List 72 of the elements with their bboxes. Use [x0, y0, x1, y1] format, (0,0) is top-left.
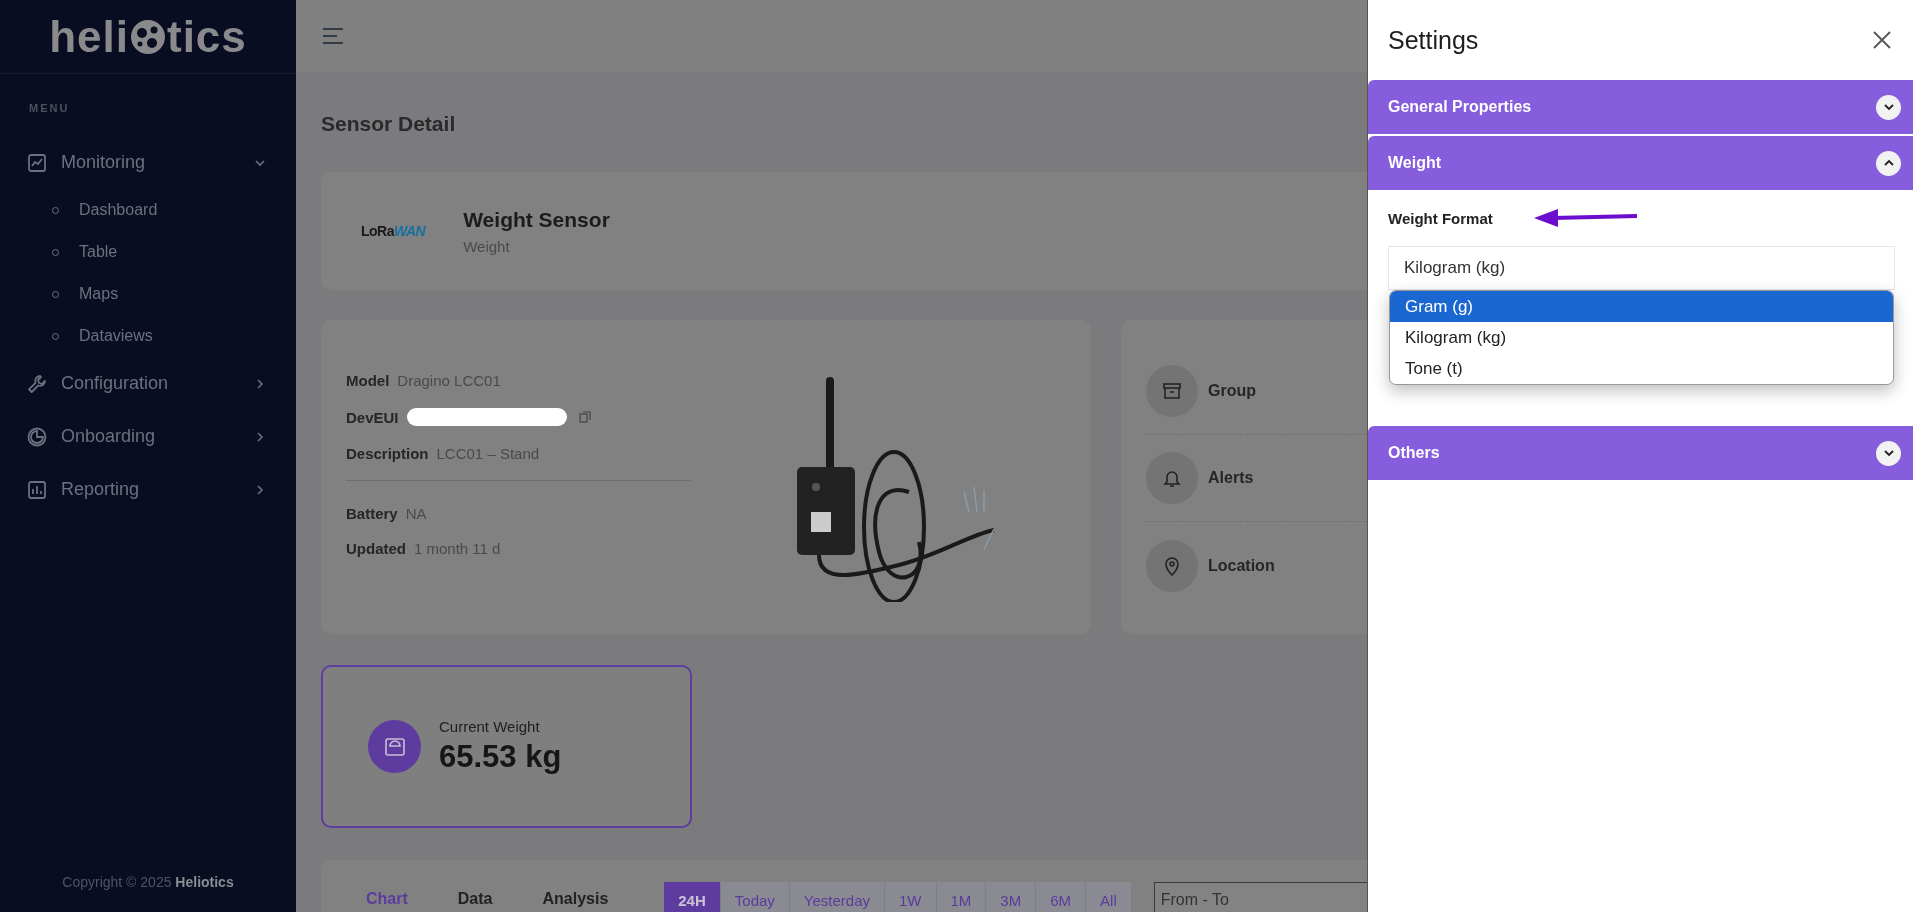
detail-label: Description — [346, 445, 429, 462]
nav-label: Dataviews — [79, 327, 153, 345]
nav-subitem[interactable]: Maps — [0, 273, 296, 315]
tab[interactable]: Analysis — [542, 882, 609, 912]
sensor-name: Weight Sensor — [463, 207, 610, 232]
chart-icon — [27, 152, 47, 173]
action-label: Group — [1208, 382, 1256, 400]
menu-icon — [322, 27, 344, 45]
nav-item[interactable]: Reporting — [0, 463, 296, 516]
panel-title: Settings — [1388, 25, 1479, 55]
nav-label: Onboarding — [61, 426, 157, 447]
logo-text: heli — [49, 11, 129, 62]
wrench-icon — [27, 373, 47, 394]
action-item[interactable]: Alerts — [1146, 435, 1367, 522]
archive-box-icon — [1161, 380, 1183, 402]
range-button[interactable]: 24H — [664, 882, 721, 912]
range-button[interactable]: 1W — [885, 882, 937, 912]
accordion-header[interactable]: General Properties — [1368, 80, 1913, 134]
detail-value: 1 month 11 d — [414, 540, 501, 557]
dropdown-option[interactable]: Kilogram (kg) — [1390, 322, 1893, 353]
range-button[interactable]: All — [1086, 882, 1132, 912]
tab[interactable]: Data — [457, 882, 493, 912]
copyright-text: Copyright © 2025 Heliotics — [61, 874, 235, 892]
date-range-field[interactable]: From - To — [1153, 882, 1367, 912]
nav-item[interactable]: Onboarding — [0, 410, 296, 463]
page-title: Sensor Detail — [321, 112, 457, 136]
logo-text: tics — [167, 11, 247, 62]
gauge-icon — [27, 426, 47, 447]
nav-label: Dashboard — [79, 201, 158, 219]
nav-label: Maps — [79, 285, 119, 303]
nav-subitem[interactable]: Table — [0, 231, 296, 273]
range-button[interactable]: 3M — [986, 882, 1037, 912]
bar-chart-icon — [27, 479, 47, 500]
nav-label: Table — [79, 243, 118, 261]
range-button[interactable]: Today — [720, 882, 790, 912]
close-icon — [1873, 31, 1891, 49]
weight-label: Current Weight — [439, 718, 541, 735]
accordion-header[interactable]: Others — [1368, 426, 1913, 480]
nav-item[interactable]: Monitoring — [0, 136, 296, 189]
range-button[interactable]: Yesterday — [789, 882, 885, 912]
weight-value: 65.53 kg — [439, 739, 562, 775]
field-label: Weight Format — [1388, 209, 1493, 227]
detail-label: DevEUI — [346, 408, 399, 426]
copy-icon — [578, 411, 591, 423]
detail-label: Battery — [346, 505, 398, 522]
range-button[interactable]: 1M — [936, 882, 987, 912]
action-item[interactable]: Group — [1146, 348, 1367, 435]
scale-icon — [383, 735, 406, 758]
action-label: Location — [1208, 556, 1275, 575]
tab[interactable]: Chart — [366, 882, 408, 912]
nav-label: Configuration — [61, 373, 170, 394]
globe-icon — [130, 18, 166, 55]
dropdown-option[interactable]: Tone (t) — [1390, 353, 1893, 384]
nav-subitem[interactable]: Dataviews — [0, 315, 296, 357]
detail-value: NA — [405, 505, 427, 522]
range-button[interactable]: 6M — [1036, 882, 1087, 912]
sensor-type: Weight — [463, 237, 511, 255]
detail-value: LCC01 – Stand — [436, 445, 540, 462]
select-field[interactable]: Kilogram (kg) — [1388, 246, 1895, 290]
detail-label: Updated — [346, 540, 406, 557]
detail-label: Model — [346, 372, 390, 389]
nav-label: Monitoring — [61, 152, 147, 173]
accordion-header[interactable]: Weight — [1368, 136, 1913, 190]
nav-subitem[interactable]: Dashboard — [0, 189, 296, 231]
action-label: Alerts — [1208, 469, 1254, 487]
lorawan-logo: LoRaWAN — [361, 223, 426, 239]
action-item[interactable]: Location — [1146, 522, 1367, 609]
detail-value: Dragino LCC01 — [397, 372, 501, 389]
dropdown-option[interactable]: Gram (g) — [1390, 291, 1893, 322]
menu-label: MENU — [28, 101, 71, 114]
nav-item[interactable]: Configuration — [0, 357, 296, 410]
nav-label: Reporting — [61, 479, 141, 500]
